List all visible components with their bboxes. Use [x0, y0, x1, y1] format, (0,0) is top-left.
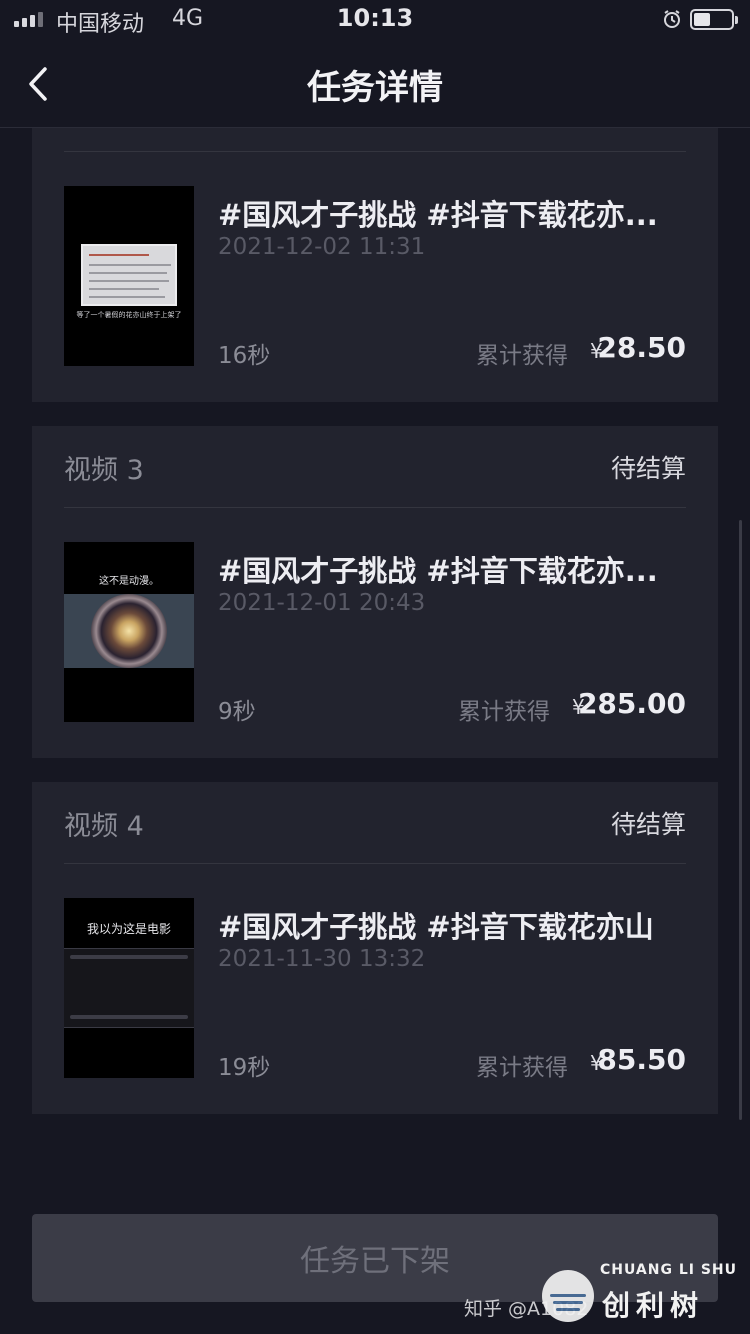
offline-button-label: 任务已下架	[300, 1244, 450, 1279]
thumbnail-note-image	[81, 244, 177, 306]
video-date: 2021-12-01 20:43	[218, 590, 426, 616]
earnings-amount: 85.50	[597, 1043, 686, 1076]
video-card[interactable]: 视频 3 待结算 这不是动漫。 #国风才子挑战 #抖音下载花亦... 2021-…	[32, 426, 718, 758]
task-detail-page: 中国移动 4G 10:13 任务详情 等了一个暑假的花亦山终于上架了 #国风才子…	[0, 0, 750, 1334]
battery-level	[694, 13, 710, 26]
video-card[interactable]: 等了一个暑假的花亦山终于上架了 #国风才子挑战 #抖音下载花亦... 2021-…	[32, 128, 718, 402]
battery-icon	[690, 9, 734, 30]
settlement-status: 待结算	[610, 454, 686, 483]
video-duration: 9秒	[218, 699, 256, 725]
card-divider	[64, 70, 686, 152]
video-date: 2021-11-30 13:32	[218, 946, 426, 972]
thumbnail-caption: 这不是动漫。	[99, 576, 159, 587]
video-thumbnail[interactable]: 我以为这是电影	[64, 898, 194, 1078]
alarm-icon	[664, 10, 680, 28]
video-title: #国风才子挑战 #抖音下载花亦山	[218, 910, 654, 944]
thumbnail-kaleidoscope-image	[64, 594, 194, 668]
video-thumbnail[interactable]: 这不是动漫。	[64, 542, 194, 722]
video-thumbnail[interactable]: 等了一个暑假的花亦山终于上架了	[64, 186, 194, 366]
video-label: 视频 3	[64, 455, 144, 486]
watermark: 知乎 @A1082 CHUANG LI SHU 创利树	[464, 1262, 742, 1322]
card-header: 视频 3 待结算	[64, 426, 686, 508]
status-bar: 中国移动 4G 10:13	[0, 0, 750, 40]
brand-logo-icon	[542, 1270, 594, 1322]
thumbnail-caption: 等了一个暑假的花亦山终于上架了	[76, 311, 182, 319]
scrollbar[interactable]	[739, 520, 742, 1120]
video-title: #国风才子挑战 #抖音下载花亦...	[218, 554, 658, 588]
video-label: 视频 4	[64, 811, 144, 842]
card-header: 视频 4 待结算	[64, 782, 686, 864]
brand-name-cn: 创利树	[602, 1289, 705, 1322]
settlement-status: 待结算	[610, 810, 686, 839]
battery-cap	[735, 16, 738, 24]
status-time: 10:13	[336, 4, 414, 32]
brand-name-en: CHUANG LI SHU	[600, 1262, 738, 1278]
thumbnail-player-image	[64, 948, 194, 1028]
video-duration: 19秒	[218, 1055, 271, 1081]
video-title: #国风才子挑战 #抖音下载花亦...	[218, 198, 658, 232]
earnings-label: 累计获得	[458, 699, 550, 725]
earnings-label: 累计获得	[476, 1055, 568, 1081]
earnings-amount: 28.50	[597, 331, 686, 364]
video-date: 2021-12-02 11:31	[218, 234, 426, 260]
thumbnail-caption: 我以为这是电影	[86, 922, 171, 936]
earnings-label: 累计获得	[476, 343, 568, 369]
video-card[interactable]: 视频 4 待结算 我以为这是电影 #国风才子挑战 #抖音下载花亦山 2021-1…	[32, 782, 718, 1114]
earnings-amount: 285.00	[577, 687, 686, 720]
video-duration: 16秒	[218, 343, 271, 369]
